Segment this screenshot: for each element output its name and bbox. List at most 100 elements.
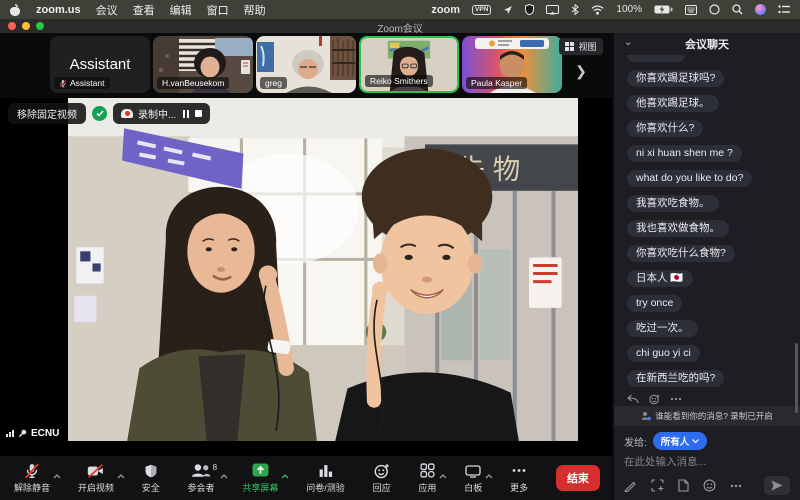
chat-header: ⌄ 会议聊天 <box>614 33 800 55</box>
participants-button[interactable]: 8 参会者 <box>188 462 215 494</box>
video-options-chevron[interactable] <box>117 466 125 484</box>
poll-chart-icon <box>318 463 333 478</box>
chat-message: 日本人 🇯🇵 <box>627 270 693 287</box>
location-icon[interactable] <box>503 5 513 15</box>
screen-mirroring-icon[interactable] <box>546 5 559 15</box>
battery-percent: 100% <box>616 4 642 15</box>
emoji-icon[interactable] <box>703 479 716 492</box>
zoom-app-name[interactable]: zoom <box>431 4 460 16</box>
chat-message-list[interactable]: 你喜欢踢足球吗?他喜欢踢足球。你喜欢什么?ni xi huan shen me … <box>614 55 800 392</box>
share-screen-button[interactable]: 共享屏幕 <box>242 462 278 494</box>
file-icon[interactable] <box>678 479 689 492</box>
control-center-icon[interactable] <box>778 5 790 14</box>
next-participants-arrow[interactable]: ❯ <box>558 64 604 78</box>
start-video-button[interactable]: 开启视频 <box>78 462 114 494</box>
chat-collapse-chevron[interactable]: ⌄ <box>624 37 632 48</box>
chat-message-clipped <box>627 55 685 62</box>
send-message-button[interactable] <box>764 476 790 495</box>
participant-name-label: H.vanBeusekom <box>162 78 224 88</box>
vpn-status-icon[interactable]: VPN <box>472 5 491 15</box>
share-options-chevron[interactable] <box>281 466 289 484</box>
connection-signal-icon <box>6 430 14 437</box>
menu-item[interactable]: 窗口 <box>207 2 229 18</box>
chat-message: 你喜欢踢足球吗? <box>627 70 724 87</box>
participant-tile-paula-kasper[interactable]: Paula Kasper <box>462 36 562 93</box>
screen-time-icon[interactable] <box>709 4 720 15</box>
compose-more-icon[interactable] <box>730 484 742 488</box>
chat-message: 你喜欢吃什么食物? <box>627 245 735 262</box>
recording-indicator: 录制中... <box>113 103 210 124</box>
participants-count: 8 <box>213 463 217 472</box>
participant-strip: Assistant Assistant <box>0 33 612 98</box>
mic-options-chevron[interactable] <box>53 466 61 484</box>
participant-tile-reiko-smithers[interactable]: Reiko Smithers <box>359 36 459 93</box>
apple-menu-icon[interactable] <box>10 4 21 16</box>
message-more-icon[interactable] <box>670 397 682 401</box>
chat-scrollbar[interactable] <box>795 343 798 413</box>
menu-item[interactable]: 帮助 <box>244 2 266 18</box>
participant-tile-hvanbeusekom[interactable]: H.vanBeusekom <box>153 36 253 93</box>
pause-recording-button[interactable] <box>183 110 189 118</box>
cloud-recording-icon <box>121 109 133 118</box>
window-titlebar: Zoom会议 <box>0 19 800 33</box>
participant-name-label: greg <box>265 78 282 88</box>
more-dots-icon <box>511 463 527 478</box>
participants-options-chevron[interactable] <box>220 466 228 484</box>
stop-recording-button[interactable] <box>195 110 202 117</box>
unmute-button[interactable]: 解除静音 <box>14 462 50 494</box>
participant-tile-assistant[interactable]: Assistant Assistant <box>50 36 150 93</box>
end-meeting-button[interactable]: 结束 <box>556 465 600 491</box>
chat-title: 会议聊天 <box>685 36 729 52</box>
privacy-shield-icon[interactable] <box>525 4 534 15</box>
whiteboard-button[interactable]: 白板 <box>464 462 482 494</box>
apps-icon <box>420 463 435 478</box>
audience-selector[interactable]: 所有人 <box>653 432 708 450</box>
share-screen-icon <box>252 463 269 478</box>
reactions-button[interactable]: 回应 <box>373 462 391 494</box>
recording-label: 录制中... <box>138 106 176 121</box>
wifi-icon[interactable] <box>591 5 604 15</box>
participant-tile-greg[interactable]: greg <box>256 36 356 93</box>
menu-item[interactable]: 会议 <box>96 2 118 18</box>
format-text-icon[interactable] <box>624 479 637 492</box>
grid-view-icon <box>565 42 574 51</box>
muted-mic-icon <box>24 463 40 479</box>
participants-icon <box>191 463 211 478</box>
menu-item[interactable]: 查看 <box>133 2 155 18</box>
apps-options-chevron[interactable] <box>439 466 447 484</box>
chat-message: 我也喜欢做食物。 <box>627 220 729 237</box>
macos-menubar: zoom.us 会议查看编辑窗口帮助 zoom VPN 100% <box>0 0 800 19</box>
chat-message: 他喜欢踢足球。 <box>627 95 719 112</box>
add-reaction-icon[interactable] <box>649 394 660 405</box>
chat-panel: ⌄ 会议聊天 你喜欢踢足球吗?他喜欢踢足球。你喜欢什么?ni xi huan s… <box>612 33 800 500</box>
muted-mic-icon <box>59 79 67 88</box>
whiteboard-options-chevron[interactable] <box>485 466 493 484</box>
pin-icon <box>18 429 27 438</box>
spotlight-search-icon[interactable] <box>732 4 743 15</box>
reaction-smiley-icon <box>374 463 390 479</box>
view-button-label: 视图 <box>578 40 596 53</box>
menu-item[interactable]: 编辑 <box>170 2 192 18</box>
chat-message: what do you like to do? <box>627 170 752 187</box>
view-button[interactable]: 视图 <box>559 38 602 55</box>
siri-icon[interactable] <box>755 4 766 15</box>
encryption-shield-icon[interactable] <box>92 106 107 121</box>
polls-button[interactable]: 问卷/测验 <box>306 462 345 494</box>
whiteboard-icon <box>465 464 481 478</box>
remove-pin-button[interactable]: 移除固定视频 <box>8 103 86 124</box>
more-button[interactable]: 更多 <box>510 462 528 494</box>
security-button[interactable]: 安全 <box>142 462 160 494</box>
screenshot-icon[interactable] <box>651 479 664 492</box>
pinned-participant-name: ECNU <box>31 428 59 439</box>
apps-button[interactable]: 应用 <box>418 462 436 494</box>
chat-message-input[interactable] <box>624 456 790 468</box>
reply-icon[interactable] <box>627 394 639 404</box>
participant-name-label: Assistant <box>70 78 105 88</box>
chat-message: try once <box>627 295 682 312</box>
chat-message: chi guo yi ci <box>627 345 700 362</box>
pinned-video: 失 物 <box>68 98 578 441</box>
input-method-icon[interactable] <box>685 5 697 15</box>
bluetooth-icon[interactable] <box>571 4 579 15</box>
meeting-toolbar: 解除静音 开启视频 安全 8 参会者 <box>0 455 612 500</box>
menu-app-name[interactable]: zoom.us <box>36 4 81 16</box>
